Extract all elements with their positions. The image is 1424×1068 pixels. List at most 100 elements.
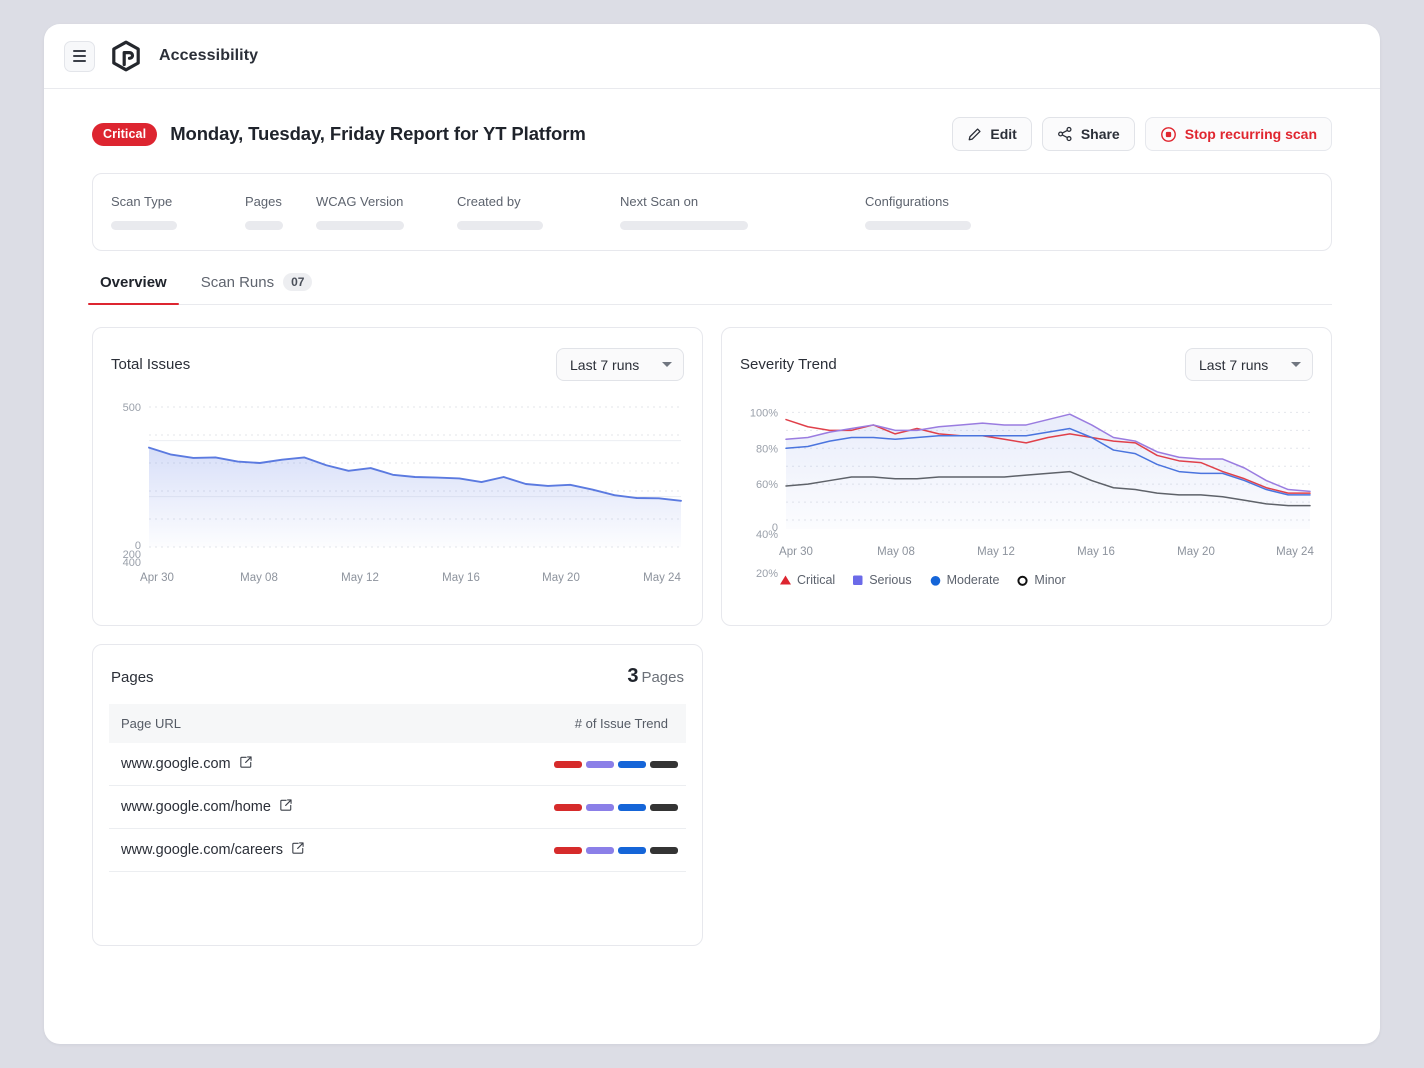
table-row: www.google.com/careers [109, 829, 686, 872]
hamburger-line [73, 60, 86, 62]
issue-trend-segment [554, 804, 582, 811]
pages-table-head: Page URL # of Issue Trend [109, 704, 686, 743]
tab-scan-runs-count: 07 [283, 273, 312, 291]
pages-count: 3Pages [627, 665, 684, 688]
scan-metadata-strip: Scan Type Pages WCAG Version Created by … [92, 173, 1332, 251]
pages-title: Pages [111, 669, 154, 686]
svg-text:May 08: May 08 [240, 572, 278, 584]
severity-trend-card-header: Severity Trend Last 7 runs [738, 348, 1317, 381]
page-content: Critical Monday, Tuesday, Friday Report … [44, 89, 1380, 946]
meta-label: Scan Type [111, 194, 245, 209]
issue-trend-bar [554, 804, 678, 811]
share-nodes-icon [1057, 126, 1073, 142]
edit-button-label: Edit [990, 126, 1016, 142]
tab-overview[interactable]: Overview [96, 274, 171, 304]
svg-text:May 12: May 12 [977, 546, 1015, 558]
meta-item-next-scan-on: Next Scan on [620, 194, 865, 230]
issue-trend-bar [554, 761, 678, 768]
svg-text:May 24: May 24 [1276, 546, 1314, 558]
total-issues-card-header: Total Issues Last 7 runs [109, 348, 688, 381]
severity-trend-range-value: Last 7 runs [1199, 357, 1268, 373]
issue-trend-segment [650, 761, 678, 768]
svg-text:100%: 100% [750, 407, 778, 419]
issue-trend-bar [554, 847, 678, 854]
svg-text:60%: 60% [756, 479, 778, 491]
table-header-row: Page URL # of Issue Trend [109, 704, 686, 743]
svg-text:May 16: May 16 [1077, 546, 1115, 558]
issue-trend-segment [650, 804, 678, 811]
severity-trend-title: Severity Trend [740, 356, 837, 373]
issue-trend-segment [554, 847, 582, 854]
brand-logo-icon [109, 39, 143, 73]
svg-text:May 12: May 12 [341, 572, 379, 584]
report-tabs: Overview Scan Runs 07 [92, 273, 1332, 305]
pages-table: Page URL # of Issue Trend www.google.com… [109, 704, 686, 872]
meta-label: WCAG Version [316, 194, 457, 209]
column-page-url: Page URL [109, 704, 450, 743]
status-badge: Critical [92, 123, 157, 146]
table-row: www.google.com/home [109, 786, 686, 829]
meta-label: Next Scan on [620, 194, 865, 209]
table-row: www.google.com [109, 743, 686, 786]
app-title: Accessibility [159, 47, 258, 65]
svg-text:0: 0 [772, 522, 778, 534]
total-issues-chart: 5000200400Apr 30May 08May 12May 16May 20… [109, 395, 688, 600]
report-header: Critical Monday, Tuesday, Friday Report … [92, 117, 1332, 151]
issue-trend-cell [450, 829, 686, 872]
meta-label: Pages [245, 194, 316, 209]
meta-label: Created by [457, 194, 620, 209]
hamburger-line [73, 55, 86, 57]
page-url-text: www.google.com [121, 756, 231, 772]
meta-label: Configurations [865, 194, 971, 209]
svg-text:May 20: May 20 [542, 572, 580, 584]
share-button-label: Share [1081, 126, 1120, 142]
meta-value-placeholder [457, 221, 543, 230]
svg-text:80%: 80% [756, 443, 778, 455]
issue-trend-segment [586, 804, 614, 811]
external-link-icon[interactable] [279, 798, 293, 816]
hamburger-line [73, 50, 86, 52]
svg-text:400: 400 [123, 557, 141, 569]
meta-item-pages: Pages [245, 194, 316, 230]
meta-item-configurations: Configurations [865, 194, 971, 230]
report-actions: Edit Share [952, 117, 1332, 151]
severity-trend-plot: 100%80%60%40%020%Apr 30May 08May 12May 1… [738, 395, 1316, 577]
svg-text:Apr 30: Apr 30 [140, 572, 174, 584]
issue-trend-segment [586, 847, 614, 854]
svg-text:500: 500 [123, 402, 141, 414]
page-title: Monday, Tuesday, Friday Report for YT Pl… [170, 123, 585, 145]
severity-trend-range-select[interactable]: Last 7 runs [1185, 348, 1313, 381]
svg-text:May 16: May 16 [442, 572, 480, 584]
pencil-icon [967, 127, 982, 142]
stop-recurring-scan-button[interactable]: Stop recurring scan [1145, 117, 1332, 151]
meta-item-wcag-version: WCAG Version [316, 194, 457, 230]
chevron-down-icon [1291, 362, 1301, 367]
meta-value-placeholder [620, 221, 748, 230]
tab-scan-runs[interactable]: Scan Runs 07 [197, 273, 317, 304]
external-link-icon[interactable] [291, 841, 305, 859]
stop-record-icon [1160, 126, 1177, 143]
issue-trend-segment [618, 847, 646, 854]
svg-text:20%: 20% [756, 568, 778, 577]
share-button[interactable]: Share [1042, 117, 1135, 151]
meta-value-placeholder [245, 221, 283, 230]
top-navigation-bar: Accessibility [44, 24, 1380, 89]
issue-trend-cell [450, 786, 686, 829]
page-url-cell: www.google.com [109, 743, 450, 786]
total-issues-title: Total Issues [111, 356, 190, 373]
external-link-icon[interactable] [239, 755, 253, 773]
chevron-down-icon [662, 362, 672, 367]
issue-trend-segment [618, 761, 646, 768]
issue-trend-cell [450, 743, 686, 786]
meta-value-placeholder [316, 221, 404, 230]
meta-value-placeholder [111, 221, 177, 230]
hamburger-menu-icon[interactable] [64, 41, 95, 72]
meta-value-placeholder [865, 221, 971, 230]
page-url-text: www.google.com/home [121, 799, 271, 815]
stop-recurring-scan-label: Stop recurring scan [1185, 126, 1317, 142]
page-url-cell: www.google.com/careers [109, 829, 450, 872]
app-window: Accessibility Critical Monday, Tuesday, … [44, 24, 1380, 1044]
total-issues-range-select[interactable]: Last 7 runs [556, 348, 684, 381]
pages-count-label: Pages [641, 669, 684, 686]
edit-button[interactable]: Edit [952, 117, 1031, 151]
